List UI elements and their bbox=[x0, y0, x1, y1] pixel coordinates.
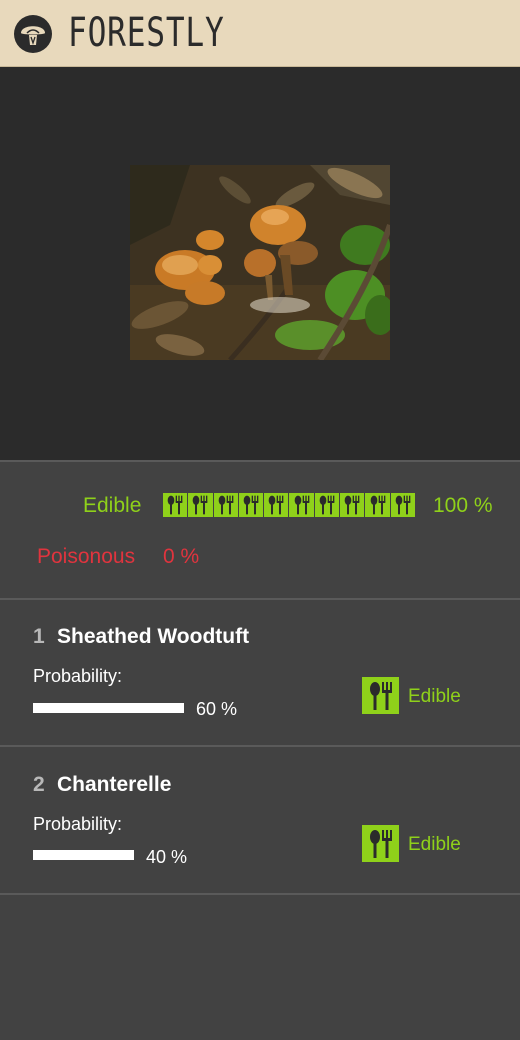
cutlery-icon bbox=[362, 825, 399, 862]
divider bbox=[0, 745, 520, 747]
edibility-meter bbox=[163, 493, 415, 517]
divider bbox=[0, 893, 520, 895]
probability-percent: 40 % bbox=[146, 847, 188, 867]
cutlery-icon bbox=[289, 493, 314, 517]
photo-area bbox=[0, 67, 520, 460]
divider bbox=[0, 460, 520, 462]
cutlery-icon bbox=[264, 493, 289, 517]
result-name: Sheathed Woodtuft bbox=[57, 625, 250, 648]
summary-edible-percent: 100 % bbox=[433, 494, 493, 517]
cutlery-icon bbox=[163, 493, 188, 517]
cutlery-icon bbox=[213, 493, 238, 517]
probability-label: Probability: bbox=[33, 666, 123, 686]
cutlery-icon bbox=[314, 493, 340, 517]
edibility-label: Edible bbox=[408, 834, 461, 855]
mushroom-photo bbox=[130, 165, 390, 360]
cutlery-icon bbox=[238, 493, 264, 517]
probability-bar bbox=[33, 850, 134, 860]
cutlery-icon bbox=[188, 493, 213, 517]
probability-bar bbox=[33, 703, 184, 713]
cutlery-icon bbox=[362, 677, 399, 714]
summary-poisonous-label: Poisonous bbox=[37, 545, 136, 568]
probability-percent: 60 % bbox=[196, 699, 238, 719]
result-rank: 2 bbox=[33, 773, 45, 796]
app-title: FORESTLY bbox=[68, 10, 225, 56]
app-header: FORESTLY bbox=[0, 0, 520, 67]
edibility-label: Edible bbox=[408, 686, 461, 707]
divider bbox=[0, 598, 520, 600]
cutlery-icon bbox=[365, 493, 390, 517]
probability-label: Probability: bbox=[33, 814, 123, 834]
result-rank: 1 bbox=[33, 625, 45, 648]
cutlery-icon bbox=[390, 493, 415, 517]
result-name: Chanterelle bbox=[57, 773, 172, 796]
cutlery-icon bbox=[340, 493, 365, 517]
summary-edible-label: Edible bbox=[83, 494, 142, 517]
mushroom-logo-icon bbox=[14, 15, 52, 53]
summary-poisonous-percent: 0 % bbox=[163, 545, 200, 568]
